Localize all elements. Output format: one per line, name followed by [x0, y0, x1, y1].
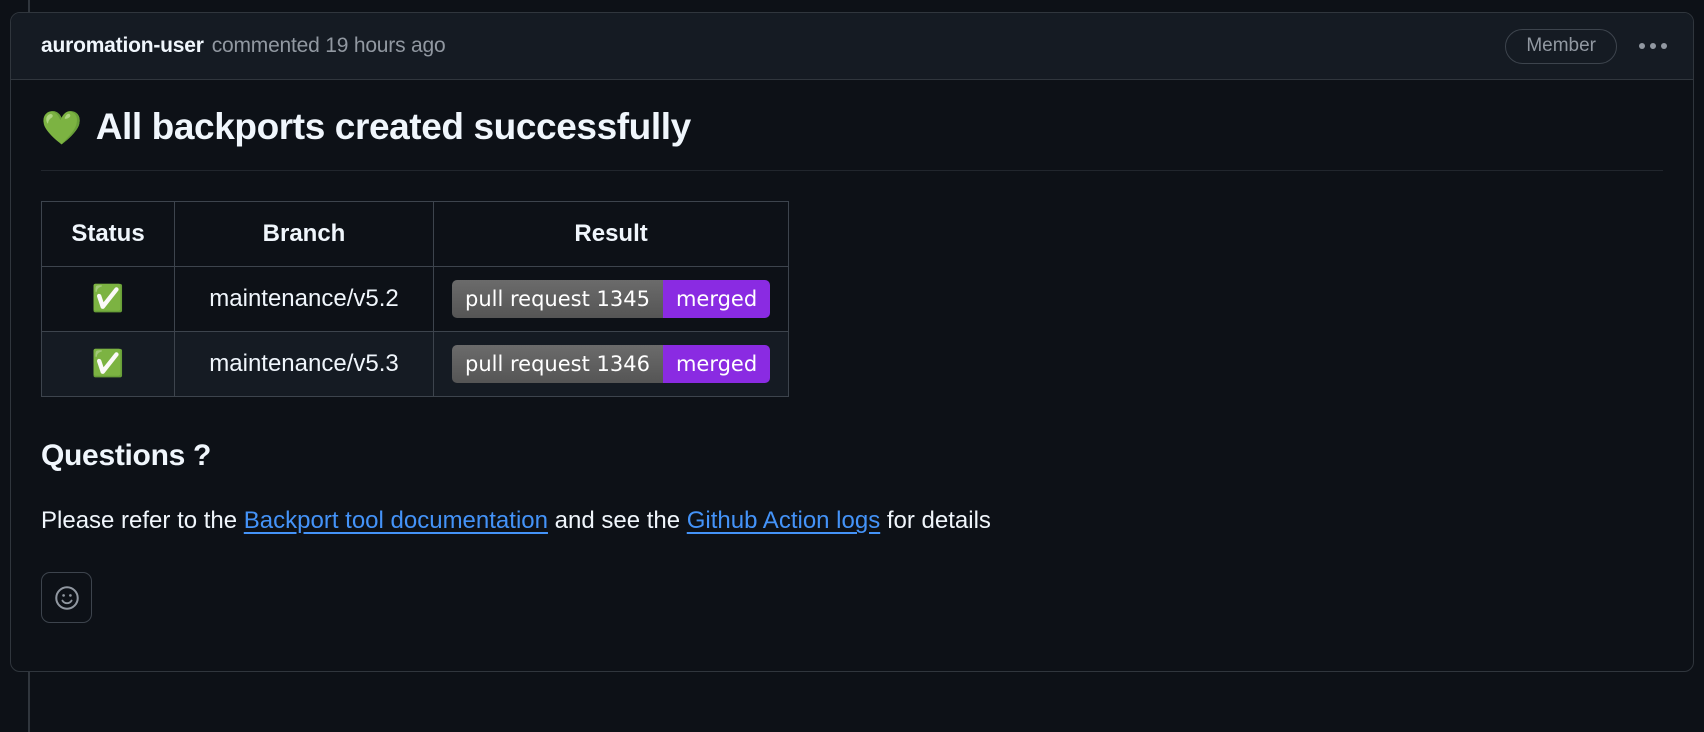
comment-timestamp: commented 19 hours ago [211, 34, 446, 57]
backport-documentation-link[interactable]: Backport tool documentation [244, 507, 548, 534]
column-header-branch: Branch [174, 201, 434, 268]
questions-heading: Questions ? [41, 439, 212, 473]
table-header-row: Status Branch Result [41, 201, 790, 268]
comment-page: auromation-user commented 19 hours ago M… [0, 0, 1704, 732]
comment-body: 💚 All backports created successfully Sta… [11, 80, 1693, 624]
comment-author[interactable]: auromation-user [41, 34, 204, 58]
paragraph-suffix: for details [880, 507, 991, 535]
badge-label: pull request 1346 [452, 345, 663, 384]
check-mark-icon: ✅ [91, 282, 125, 313]
kebab-horizontal-icon[interactable] [1635, 37, 1671, 55]
cell-status: ✅ [41, 266, 175, 333]
green-heart-icon: 💚 [41, 108, 82, 146]
pull-request-badge[interactable]: pull request 1346 merged [452, 345, 771, 384]
comment-container: auromation-user commented 19 hours ago M… [10, 12, 1694, 672]
table-row: ✅ maintenance/v5.2 pull request 1345 mer… [41, 266, 790, 333]
page-title: 💚 All backports created successfully [41, 104, 1663, 172]
column-header-status: Status [41, 201, 175, 268]
cell-result: pull request 1346 merged [432, 331, 790, 398]
reaction-row [41, 572, 1663, 624]
cell-branch: maintenance/v5.2 [174, 266, 434, 333]
badge-status: merged [662, 345, 771, 384]
paragraph-middle: and see the [547, 507, 687, 535]
paragraph-prefix: Please refer to the [41, 507, 244, 535]
member-badge[interactable]: Member [1505, 28, 1617, 64]
page-title-text: All backports created successfully [95, 106, 692, 147]
details-paragraph: Please refer to the Backport tool docume… [41, 503, 1663, 539]
pull-request-badge[interactable]: pull request 1345 merged [452, 280, 771, 319]
backport-results-table: Status Branch Result ✅ maintenance/v5.2 [41, 201, 790, 398]
add-reaction-button[interactable] [41, 572, 92, 624]
table-body: ✅ maintenance/v5.2 pull request 1345 mer… [41, 266, 790, 398]
github-action-logs-link[interactable]: Github Action logs [687, 507, 880, 534]
comment-header-actions: Member [1505, 28, 1671, 64]
table-head: Status Branch Result [41, 201, 790, 268]
badge-label: pull request 1345 [452, 280, 663, 319]
comment-header: auromation-user commented 19 hours ago M… [11, 13, 1693, 80]
cell-result: pull request 1345 merged [432, 266, 790, 333]
column-header-result: Result [432, 201, 790, 268]
check-mark-icon: ✅ [91, 347, 125, 378]
smiley-icon [54, 586, 79, 610]
table-row: ✅ maintenance/v5.3 pull request 1346 mer… [41, 331, 790, 398]
cell-branch: maintenance/v5.3 [174, 331, 434, 398]
badge-status: merged [662, 280, 771, 319]
cell-status: ✅ [41, 331, 175, 398]
comment-author-line: auromation-user commented 19 hours ago [41, 34, 1505, 58]
